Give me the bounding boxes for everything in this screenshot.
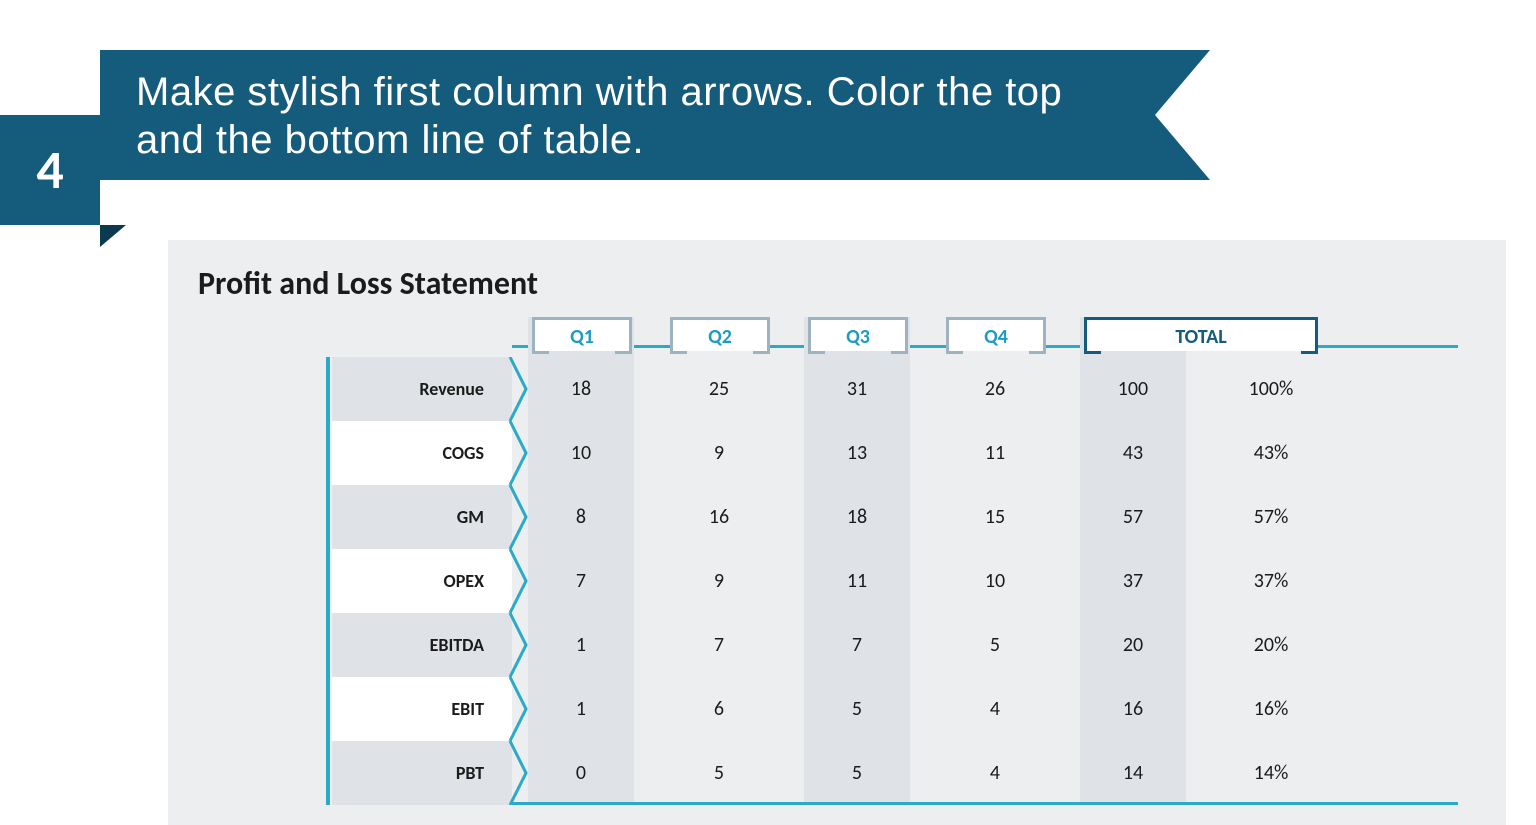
cell-q4: 10	[926, 549, 1064, 613]
cell-q4: 11	[926, 421, 1064, 485]
row-label-text: OPEX	[444, 570, 484, 592]
cell-q3: 7	[788, 613, 926, 677]
cell-q4: 4	[926, 677, 1064, 741]
cell-q3: 11	[788, 549, 926, 613]
table-row: OPEX 7 9 11 10 37 37%	[332, 549, 1458, 613]
row-left-bar	[326, 677, 330, 741]
cell-q1: 7	[512, 549, 650, 613]
cell-total: 20	[1064, 613, 1202, 677]
row-label: COGS	[332, 421, 512, 485]
table-body: Revenue 18 25 31 26 100 100% COGS 10 9 1…	[332, 357, 1458, 805]
cell-q4: 5	[926, 613, 1064, 677]
cell-total: 37	[1064, 549, 1202, 613]
header-q3: Q3	[808, 317, 908, 351]
table-bottom-line	[512, 802, 1458, 805]
cell-q1: 1	[512, 613, 650, 677]
header-q1: Q1	[532, 317, 632, 351]
cell-q2: 9	[650, 549, 788, 613]
cell-total: 16	[1064, 677, 1202, 741]
cell-q3: 13	[788, 421, 926, 485]
cell-q2: 16	[650, 485, 788, 549]
panel-title: Profit and Loss Statement	[198, 264, 1458, 303]
step-number-badge: 4	[0, 115, 100, 225]
step-title: Make stylish first column with arrows. C…	[136, 70, 1062, 162]
cell-q4: 4	[926, 741, 1064, 805]
table-row: GM 8 16 18 15 57 57%	[332, 485, 1458, 549]
cell-total: 57	[1064, 485, 1202, 549]
table-row: Revenue 18 25 31 26 100 100%	[332, 357, 1458, 421]
cell-pct: 37%	[1202, 549, 1340, 613]
row-left-bar	[326, 357, 330, 421]
cell-q1: 10	[512, 421, 650, 485]
row-label-text: Revenue	[419, 378, 484, 400]
cell-total: 14	[1064, 741, 1202, 805]
row-left-bar	[326, 613, 330, 677]
cell-q1: 0	[512, 741, 650, 805]
step-title-ribbon: Make stylish first column with arrows. C…	[100, 50, 1210, 180]
cell-pct: 20%	[1202, 613, 1340, 677]
cell-q2: 9	[650, 421, 788, 485]
cell-pct: 16%	[1202, 677, 1340, 741]
row-label: Revenue	[332, 357, 512, 421]
cell-q2: 6	[650, 677, 788, 741]
row-left-bar	[326, 549, 330, 613]
cell-pct: 100%	[1202, 357, 1340, 421]
cell-q1: 1	[512, 677, 650, 741]
row-label-text: COGS	[442, 442, 484, 464]
step-number: 4	[36, 137, 63, 203]
row-label-text: EBITDA	[430, 634, 484, 656]
row-left-bar	[326, 741, 330, 805]
cell-pct: 43%	[1202, 421, 1340, 485]
table-row: COGS 10 9 13 11 43 43%	[332, 421, 1458, 485]
header-q2: Q2	[670, 317, 770, 351]
cell-q3: 31	[788, 357, 926, 421]
cell-q1: 8	[512, 485, 650, 549]
cell-total: 43	[1064, 421, 1202, 485]
cell-q3: 18	[788, 485, 926, 549]
content-panel: Profit and Loss Statement Q1 Q2 Q3 Q4 TO…	[168, 240, 1506, 825]
row-label: EBITDA	[332, 613, 512, 677]
cell-q4: 15	[926, 485, 1064, 549]
table-header: Q1 Q2 Q3 Q4 TOTAL	[512, 317, 1458, 357]
row-label: OPEX	[332, 549, 512, 613]
cell-q3: 5	[788, 741, 926, 805]
pl-table: Q1 Q2 Q3 Q4 TOTAL Revenue 18 25 31 26 10…	[332, 317, 1458, 805]
row-label: PBT	[332, 741, 512, 805]
row-label-text: GM	[457, 506, 484, 528]
row-label: EBIT	[332, 677, 512, 741]
row-label: GM	[332, 485, 512, 549]
cell-q2: 5	[650, 741, 788, 805]
table-row: PBT 0 5 5 4 14 14%	[332, 741, 1458, 805]
header-total: TOTAL	[1084, 317, 1318, 351]
cell-q4: 26	[926, 357, 1064, 421]
cell-q2: 25	[650, 357, 788, 421]
row-label-text: PBT	[456, 762, 484, 784]
row-left-bar	[326, 485, 330, 549]
cell-pct: 57%	[1202, 485, 1340, 549]
cell-pct: 14%	[1202, 741, 1340, 805]
cell-q2: 7	[650, 613, 788, 677]
cell-total: 100	[1064, 357, 1202, 421]
row-left-bar	[326, 421, 330, 485]
cell-q3: 5	[788, 677, 926, 741]
table-row: EBIT 1 6 5 4 16 16%	[332, 677, 1458, 741]
header-q4: Q4	[946, 317, 1046, 351]
cell-q1: 18	[512, 357, 650, 421]
table-row: EBITDA 1 7 7 5 20 20%	[332, 613, 1458, 677]
row-label-text: EBIT	[451, 698, 484, 720]
